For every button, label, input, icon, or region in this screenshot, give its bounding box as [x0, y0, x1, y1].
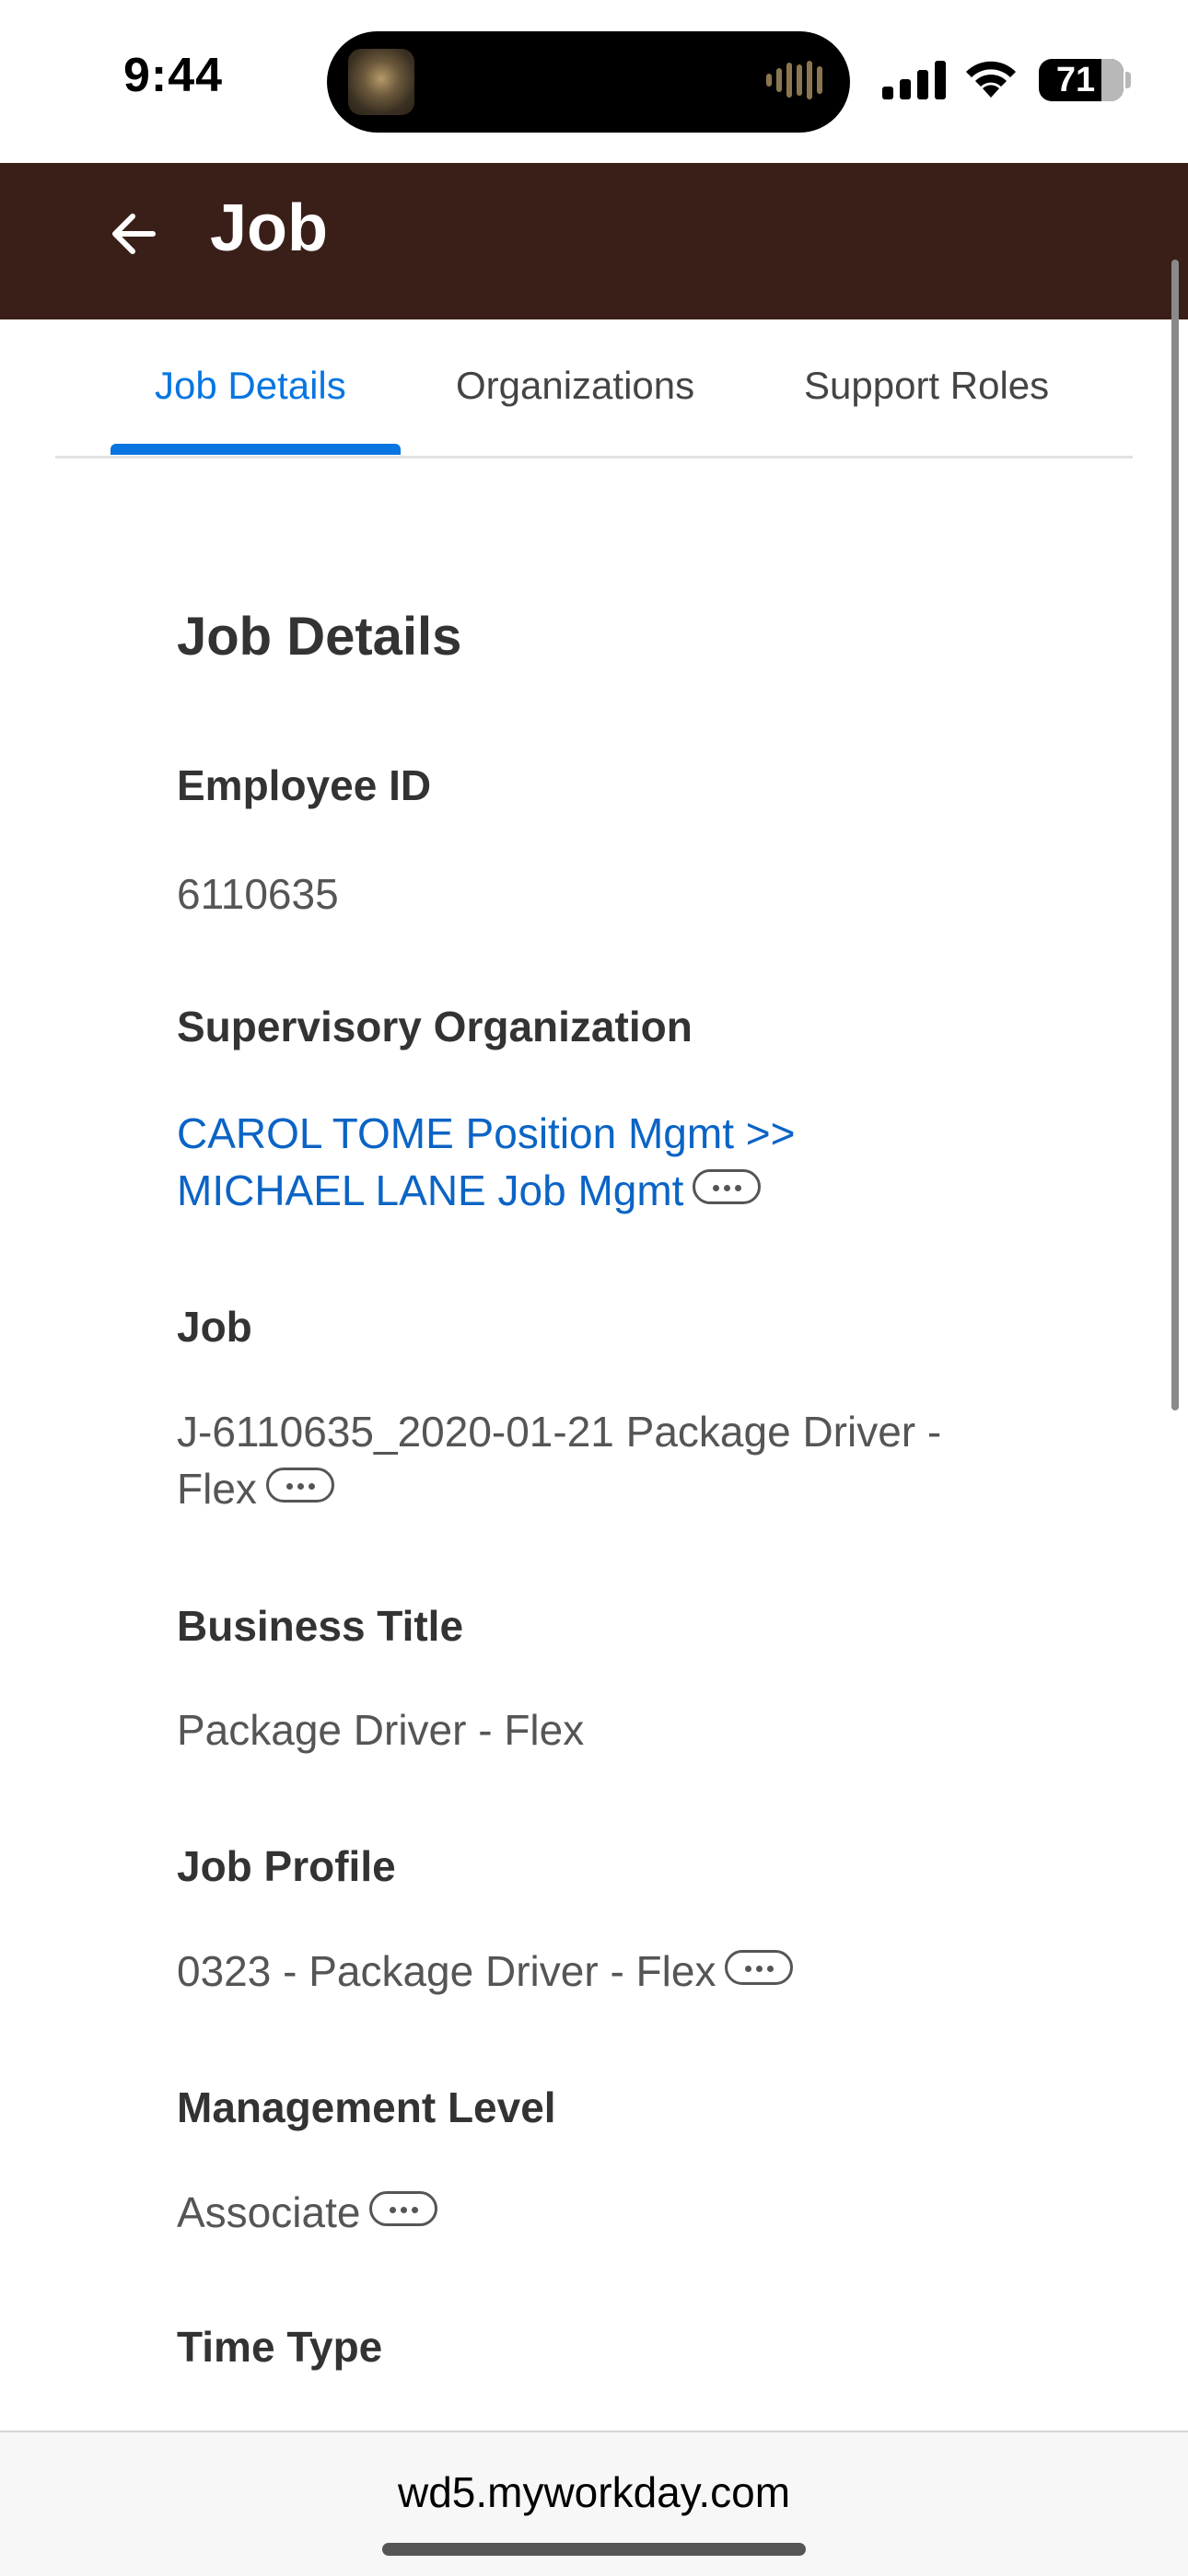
supervisory-org-line2[interactable]: MICHAEL LANE Job Mgmt [177, 1166, 683, 1214]
now-playing-artwork [348, 49, 414, 115]
status-bar: 9:44 71 [0, 0, 1188, 163]
job-label: Job [177, 1303, 252, 1351]
job-profile-text: 0323 - Package Driver - Flex [177, 1947, 716, 1995]
wifi-icon [966, 61, 1016, 98]
page-title: Job [210, 191, 329, 265]
employee-id-label: Employee ID [177, 761, 432, 809]
management-level-label: Management Level [177, 2083, 556, 2131]
supervisory-org-line1[interactable]: CAROL TOME Position Mgmt >> [177, 1105, 1006, 1162]
supervisory-org-value[interactable]: CAROL TOME Position Mgmt >> MICHAEL LANE… [177, 1105, 1006, 1219]
employee-id-value: 6110635 [177, 870, 339, 918]
job-profile-value: 0323 - Package Driver - Flex [177, 1943, 1006, 2000]
job-value: J-6110635_2020-01-21 Package Driver - Fl… [177, 1403, 1006, 1517]
management-level-text: Associate [177, 2188, 361, 2236]
app-header: Job [0, 163, 1188, 319]
business-title-label: Business Title [177, 1602, 464, 1650]
section-title: Job Details [177, 607, 462, 667]
management-level-more-button[interactable] [369, 2190, 438, 2226]
job-value-line2: Flex [177, 1465, 257, 1513]
battery-icon: 71 [1039, 59, 1124, 101]
job-profile-label: Job Profile [177, 1842, 396, 1890]
time-type-label: Time Type [177, 2323, 383, 2371]
tab-bar: Job Details Organizations Support Roles [55, 319, 1133, 458]
tab-job-details[interactable]: Job Details [155, 364, 346, 408]
tab-organizations[interactable]: Organizations [456, 364, 694, 408]
status-time: 9:44 [123, 49, 224, 102]
tab-support-roles[interactable]: Support Roles [804, 364, 1049, 408]
active-tab-indicator [111, 444, 401, 455]
job-value-line1: J-6110635_2020-01-21 Package Driver - [177, 1408, 942, 1456]
supervisory-org-label: Supervisory Organization [177, 1003, 693, 1050]
back-arrow-icon[interactable] [101, 202, 166, 266]
browser-bottom-bar: wd5.myworkday.com [0, 2431, 1188, 2576]
battery-cap [1125, 72, 1131, 88]
scrollbar[interactable] [1171, 260, 1179, 1410]
job-profile-more-button[interactable] [725, 1949, 794, 1985]
battery-level: 71 [1055, 61, 1096, 99]
address-bar-url[interactable]: wd5.myworkday.com [0, 2467, 1188, 2517]
supervisory-org-more-button[interactable] [693, 1168, 762, 1204]
business-title-value: Package Driver - Flex [177, 1706, 585, 1754]
management-level-value: Associate [177, 2184, 1006, 2241]
cellular-signal-icon [882, 59, 947, 99]
home-indicator[interactable] [382, 2543, 806, 2556]
job-more-button[interactable] [265, 1467, 334, 1503]
